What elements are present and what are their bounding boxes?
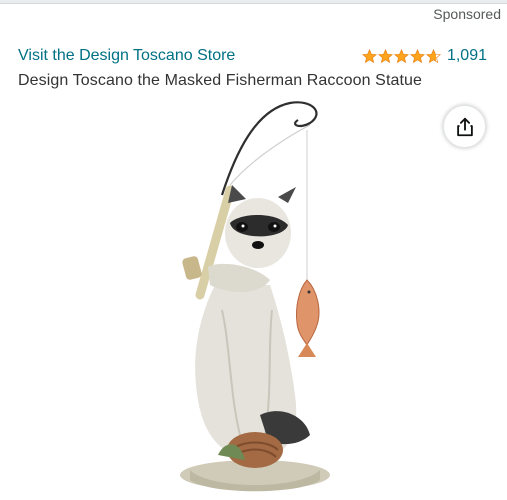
star-icon (377, 48, 393, 63)
star-half-icon (425, 48, 441, 63)
product-image[interactable] (160, 95, 360, 495)
sponsored-label: Sponsored (433, 6, 501, 22)
star-icon (361, 48, 377, 63)
rating-count: 1,091 (446, 47, 487, 64)
share-icon (456, 117, 473, 136)
star-icon (409, 48, 425, 63)
star-rating (361, 48, 441, 64)
share-button[interactable] (443, 105, 486, 148)
star-icon (393, 48, 409, 63)
top-divider (0, 0, 507, 4)
product-title: Design Toscano the Masked Fisherman Racc… (18, 72, 423, 89)
store-link[interactable]: Visit the Design Toscano Store (18, 47, 235, 65)
rating-summary[interactable]: 1,091 (361, 47, 487, 65)
